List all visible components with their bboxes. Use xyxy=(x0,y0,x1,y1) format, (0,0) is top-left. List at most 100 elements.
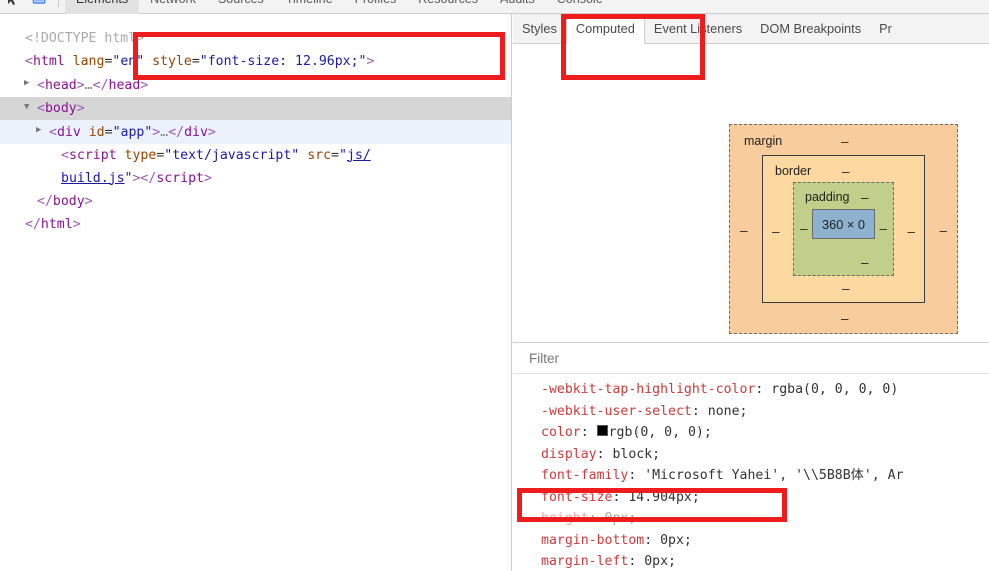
box-model-pane: margin – – – – border – – – – padding – … xyxy=(513,44,989,342)
main-tab-console[interactable]: Console xyxy=(546,0,614,14)
property-value[interactable]: 14.904px; xyxy=(628,490,699,505)
sidebar-tab-computed[interactable]: Computed xyxy=(565,14,645,44)
box-model-padding[interactable]: padding – – – – 360 × 0 xyxy=(793,182,894,276)
dom-tree-panel[interactable]: <!DOCTYPE html> <html lang="en" style="fo… xyxy=(0,14,512,571)
dom-line-markup: </body> xyxy=(37,193,93,209)
html-element-line[interactable]: <html lang="en" style="font-size: 12.96p… xyxy=(0,50,511,73)
property-separator: : xyxy=(644,532,661,548)
dom-line-content: </html> xyxy=(12,217,81,232)
dom-line-content: </body> xyxy=(12,194,93,209)
body-element-line[interactable]: ▼ <body> xyxy=(0,96,511,120)
main-tab-network[interactable]: Network xyxy=(139,0,207,14)
box-model-margin-left-value[interactable]: – xyxy=(740,223,748,238)
device-toolbar-icon[interactable] xyxy=(26,0,52,12)
computed-property-color[interactable]: color: rgb(0, 0, 0); xyxy=(541,422,989,444)
sidebar-tab-event-listeners[interactable]: Event Listeners xyxy=(645,14,751,43)
box-model-margin-top-value[interactable]: – xyxy=(841,134,849,149)
property-value[interactable]: 0px; xyxy=(644,554,676,569)
main-tab-list: ElementsNetworkSourcesTimelineProfilesRe… xyxy=(65,0,614,14)
property-name: display xyxy=(541,446,597,462)
computed-property-webkit-user-select[interactable]: -webkit-user-select: none; xyxy=(541,401,989,423)
property-separator: : xyxy=(612,489,629,505)
sidebar-tab-dom-breakpoints[interactable]: DOM Breakpoints xyxy=(751,14,870,43)
property-value[interactable]: 0px; xyxy=(605,511,637,526)
dom-line-markup: <html lang="en" style="font-size: 12.96p… xyxy=(25,54,375,69)
property-value[interactable]: 0px; xyxy=(660,533,692,548)
devtools-toolbar: ElementsNetworkSourcesTimelineProfilesRe… xyxy=(0,0,989,14)
computed-property-font-family[interactable]: font-family: 'Microsoft Yahei', '\\5B8B体… xyxy=(541,465,989,487)
property-value[interactable]: 'Microsoft Yahei', '\\5B8B体', Ar xyxy=(644,468,903,483)
script-element-line[interactable]: <script type="text/javascript" src="js/ xyxy=(0,144,511,167)
dom-line-content: ▶ <head>…</head> xyxy=(12,78,148,93)
computed-property-display[interactable]: display: block; xyxy=(541,444,989,466)
html-close-line[interactable]: </html> xyxy=(0,213,511,236)
property-separator: : xyxy=(596,446,613,462)
computed-property-margin-left[interactable]: margin-left: 0px; xyxy=(541,551,989,571)
filter-input[interactable] xyxy=(527,349,947,367)
main-tab-timeline[interactable]: Timeline xyxy=(275,0,344,14)
property-value[interactable]: rgb(0, 0, 0); xyxy=(609,425,712,440)
property-name: height xyxy=(541,511,589,526)
property-separator: : xyxy=(691,403,708,419)
box-model-padding-top-value[interactable]: – xyxy=(861,190,869,205)
box-model-border-right-value[interactable]: – xyxy=(907,224,915,239)
dom-line-content: <script type="text/javascript" src="js/ xyxy=(12,148,371,163)
box-model-margin[interactable]: margin – – – – border – – – – padding – … xyxy=(729,124,958,334)
property-name: margin-bottom xyxy=(541,532,645,548)
chevron-right-icon[interactable]: ▶ xyxy=(24,72,37,95)
chevron-down-icon[interactable]: ▼ xyxy=(24,96,37,119)
computed-properties-pane: -webkit-tap-highlight-color: rgba(0, 0, … xyxy=(513,342,989,571)
dom-line-markup: <div id="app">…</div> xyxy=(49,124,216,140)
sidebar-tab-list: Styles Computed Event Listeners DOM Breakpo… xyxy=(513,14,989,44)
property-name: -webkit-tap-highlight-color xyxy=(541,382,756,397)
main-tab-elements[interactable]: Elements xyxy=(65,0,140,14)
inspect-element-icon[interactable] xyxy=(0,0,26,12)
box-model-border-top-value[interactable]: – xyxy=(842,164,850,179)
box-model-padding-left-value[interactable]: – xyxy=(800,221,808,236)
property-value[interactable]: block; xyxy=(612,447,660,462)
box-model-border-bottom-value[interactable]: – xyxy=(842,281,850,296)
computed-property-height[interactable]: height: 0px; xyxy=(541,508,989,530)
color-swatch-icon[interactable] xyxy=(596,425,608,436)
computed-properties-list[interactable]: -webkit-tap-highlight-color: rgba(0, 0, … xyxy=(513,374,989,571)
box-model-content[interactable]: 360 × 0 xyxy=(812,209,875,239)
property-separator: : xyxy=(628,468,645,483)
box-model-padding-label: padding xyxy=(805,190,850,204)
toolbar-divider xyxy=(58,0,59,7)
computed-property-font-size[interactable]: font-size: 14.904px; xyxy=(541,487,989,509)
computed-property-margin-bottom[interactable]: margin-bottom: 0px; xyxy=(541,530,989,552)
main-tab-sources[interactable]: Sources xyxy=(207,0,275,14)
property-separator: : xyxy=(580,425,597,440)
main-tab-resources[interactable]: Resources xyxy=(407,0,489,14)
dom-line-markup: <script type="text/javascript" src="js/ xyxy=(61,147,371,163)
main-tab-audits[interactable]: Audits xyxy=(489,0,546,14)
filter-row[interactable] xyxy=(513,343,989,374)
computed-property-webkit-tap-highlight-color[interactable]: -webkit-tap-highlight-color: rgba(0, 0, … xyxy=(541,379,989,401)
box-model-padding-right-value[interactable]: – xyxy=(879,221,887,236)
box-model-padding-bottom-value[interactable]: – xyxy=(861,255,869,270)
box-model-margin-bottom-value[interactable]: – xyxy=(841,311,849,326)
box-model-border[interactable]: border – – – – padding – – – – 360 × 0 xyxy=(762,155,925,303)
property-separator: : xyxy=(588,511,605,526)
box-model-content-size[interactable]: 360 × 0 xyxy=(822,217,865,232)
sidebar-tab-styles[interactable]: Styles xyxy=(513,14,566,43)
script-element-line-continued[interactable]: build.js"></script> xyxy=(0,167,511,190)
property-value[interactable]: none; xyxy=(708,404,748,419)
property-name: color xyxy=(541,425,581,440)
doctype-line[interactable]: <!DOCTYPE html> xyxy=(0,27,511,50)
body-close-line[interactable]: </body> xyxy=(0,190,511,213)
chevron-right-icon[interactable]: ▶ xyxy=(36,119,49,142)
dom-line-content: ▼ <body> xyxy=(12,101,85,116)
div-app-element-line[interactable]: ▶ <div id="app">…</div> xyxy=(0,120,511,144)
box-model-border-label: border xyxy=(775,164,812,178)
main-tab-profiles[interactable]: Profiles xyxy=(344,0,408,14)
box-model-margin-right-value[interactable]: – xyxy=(939,223,947,238)
dom-line-markup: <head>…</head> xyxy=(37,77,149,93)
head-element-line[interactable]: ▶ <head>…</head> xyxy=(0,73,511,97)
sidebar-tab-pr[interactable]: Pr xyxy=(870,14,901,43)
box-model-margin-label: margin xyxy=(744,134,783,148)
box-model-border-left-value[interactable]: – xyxy=(772,224,780,239)
dom-tree[interactable]: <!DOCTYPE html> <html lang="en" style="fo… xyxy=(0,14,511,236)
dom-line-markup: build.js"></script> xyxy=(61,170,212,186)
property-value[interactable]: rgba(0, 0, 0, 0) xyxy=(771,382,898,397)
